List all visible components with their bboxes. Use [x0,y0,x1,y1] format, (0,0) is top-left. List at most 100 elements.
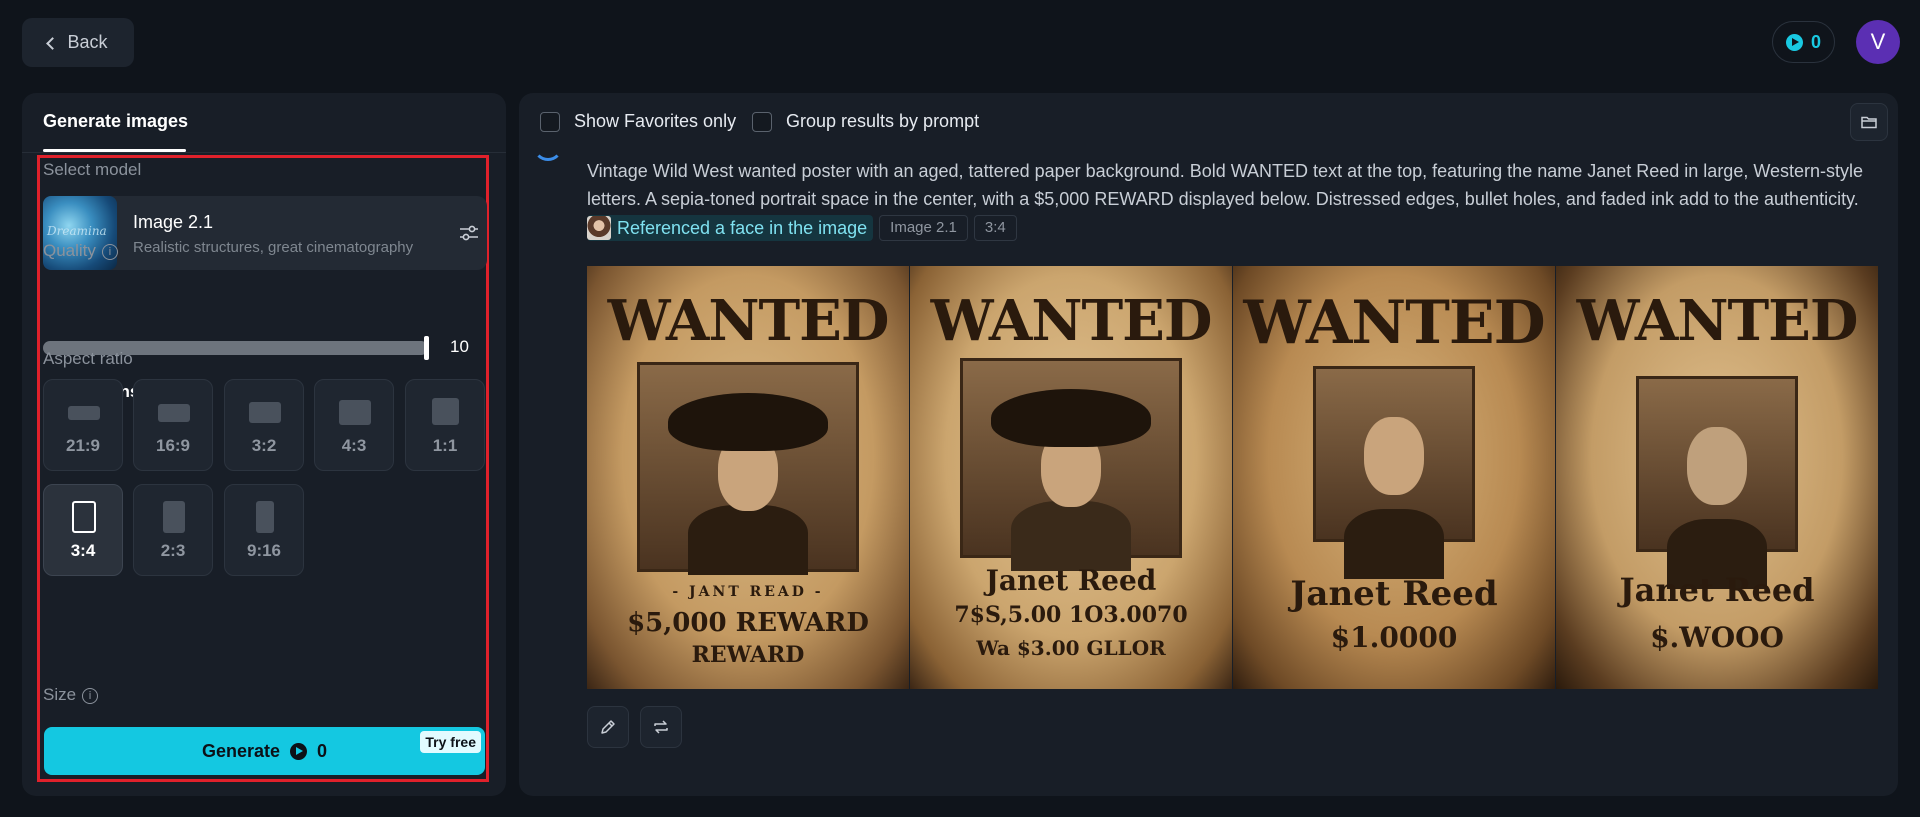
back-label: Back [67,32,108,52]
model-thumb-text: Dreamina [47,224,107,238]
credit-coin-icon [1785,33,1803,51]
ratio-shape-icon [68,406,100,420]
poster-portrait [1313,366,1475,579]
ratio-option-9-16[interactable]: 9:16 [224,484,304,576]
ratio-label: 3:4 [70,541,96,560]
quality-value: 10 [450,337,469,356]
regenerate-button[interactable] [640,706,682,748]
poster-reward-sub: Wa $3.00 GLLOR [976,636,1166,660]
portrait-body [1011,501,1131,571]
portrait-face [1687,427,1747,505]
result-image-2[interactable]: WANTED Janet Reed 7$S,5.00 1O3.0070 Wa $… [910,266,1232,689]
ratio-tag: 3:4 [973,215,1017,242]
credits-badge[interactable]: 0 [1772,21,1835,63]
repeat-icon [654,720,668,734]
poster-reward: $1.0000 [1330,621,1458,654]
result-image-1[interactable]: WANTED - JANT READ - $5,000 REWARD REWAR… [587,266,909,689]
portrait-figure [991,389,1151,571]
try-free-badge: Try free [420,731,481,753]
ratio-option-21-9[interactable]: 21:9 [43,379,123,471]
ratio-option-3-4[interactable]: 3:4 [43,484,123,576]
portrait-hat [668,393,828,451]
portrait-hat [991,389,1151,447]
generate-button[interactable]: Generate 0 Try free [44,727,485,775]
face-thumbnail [587,216,611,241]
poster-reward: 7$S,5.00 1O3.0070 [954,602,1188,628]
result-image-4[interactable]: WANTED Janet Reed $.WOOO [1556,266,1878,689]
ratio-shape-icon [339,400,371,425]
ratio-option-3-2[interactable]: 3:2 [224,379,304,471]
ratio-shape-icon [249,402,281,423]
prompt-text: Vintage Wild West wanted poster with an … [587,161,1864,209]
poster-name: - JANT READ - [672,584,824,600]
tab-underline [43,149,186,152]
ratio-option-16-9[interactable]: 16:9 [133,379,213,471]
loading-spinner-icon [533,131,563,161]
folder-button[interactable] [1850,103,1888,141]
ratio-label: 2:3 [160,541,186,560]
ratio-label: 1:1 [432,436,458,455]
ratio-option-2-3[interactable]: 2:3 [133,484,213,576]
credits-count: 0 [1810,31,1821,52]
ratio-label: 3:2 [251,436,277,455]
poster-portrait [960,358,1182,571]
results-panel: Show Favorites only Group results by pro… [519,93,1898,796]
portrait-body [1344,509,1444,579]
settings-sliders-icon[interactable] [459,225,479,241]
info-icon[interactable]: i [82,687,99,704]
checkbox[interactable] [752,111,772,132]
generate-cost: 0 [317,740,328,761]
pencil-icon [601,720,615,734]
ratio-option-4-3[interactable]: 4:3 [314,379,394,471]
group-results-toggle[interactable]: Group results by prompt [752,111,979,132]
result-image-3[interactable]: WANTED Janet Reed $1.0000 [1233,266,1555,689]
group-results-label: Group results by prompt [786,111,980,131]
poster-reward: $.WOOO [1650,621,1784,654]
quality-heading: Quality i [43,241,118,261]
ratio-option-1-1[interactable]: 1:1 [405,379,485,471]
aspect-ratio-label: Aspect ratio [43,349,133,368]
portrait-figure [668,393,828,575]
portrait-figure [1667,407,1767,589]
poster-wanted-text: WANTED [1243,288,1545,358]
show-favorites-toggle[interactable]: Show Favorites only [540,111,736,132]
poster-reward: $5,000 REWARD [627,608,869,638]
ratio-shape-icon [163,501,185,533]
portrait-figure [1344,397,1444,579]
size-heading: Size i [43,685,99,705]
checkbox[interactable] [540,111,560,132]
tab-generate-images[interactable]: Generate images [43,111,188,132]
poster-wanted-text: WANTED [607,288,890,354]
model-name: Image 2.1 [133,212,214,232]
poster-wanted-text: WANTED [1576,288,1859,354]
info-icon[interactable]: i [101,243,118,260]
quality-label: Quality [43,241,96,260]
size-label: Size [43,685,77,704]
show-favorites-label: Show Favorites only [574,111,737,131]
generate-panel: Generate images Select model Dreamina Im… [22,93,506,796]
quality-slider-handle[interactable] [424,336,429,360]
generate-label: Generate [201,740,281,761]
tab-bar: Generate images [22,93,506,153]
select-model-label: Select model [43,160,142,179]
credit-coin-icon [290,742,308,760]
prompt-block: Vintage Wild West wanted poster with an … [587,157,1877,242]
edit-button[interactable] [587,706,629,748]
poster-name: Janet Reed [1619,571,1815,609]
reference-face-chip[interactable]: Referenced a face in the image [587,215,874,242]
ratio-shape-icon [158,404,190,422]
model-tag: Image 2.1 [879,215,968,242]
poster-portrait [1636,376,1798,589]
poster-name: Janet Reed [1290,574,1498,614]
back-button[interactable]: Back [22,18,134,67]
ratio-shape-icon [256,501,274,533]
poster-name: Janet Reed [985,564,1157,597]
poster-reward-sub: REWARD [691,642,805,668]
chevron-left-icon [46,36,60,50]
ratio-shape-icon [72,501,96,533]
poster-portrait [637,362,859,575]
portrait-body [688,505,808,575]
ratio-label: 9:16 [246,541,282,560]
portrait-face [1364,417,1424,495]
avatar[interactable]: V [1856,20,1900,64]
